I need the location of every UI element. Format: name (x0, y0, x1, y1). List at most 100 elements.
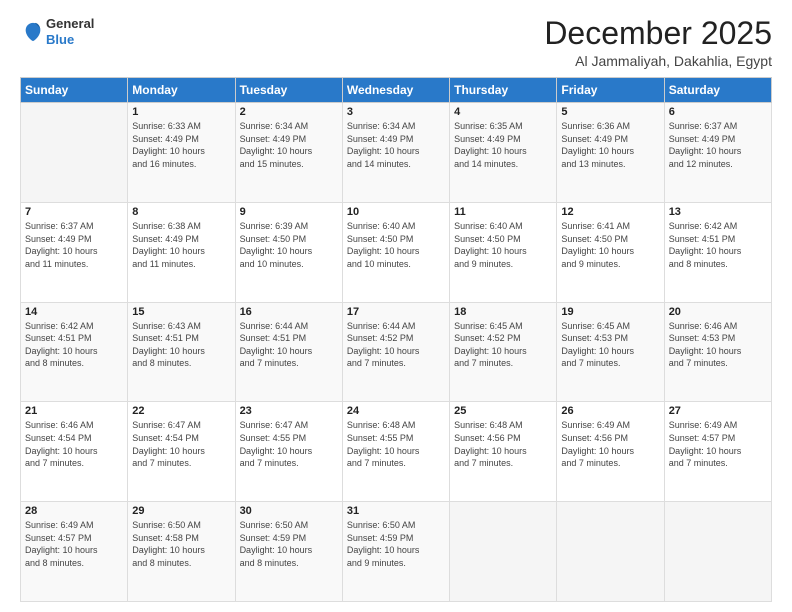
day-info: Sunrise: 6:49 AMSunset: 4:56 PMDaylight:… (561, 419, 659, 469)
day-info: Sunrise: 6:34 AMSunset: 4:49 PMDaylight:… (347, 120, 445, 170)
calendar-cell: 27 Sunrise: 6:49 AMSunset: 4:57 PMDayligh… (664, 402, 771, 502)
weekday-header-tuesday: Tuesday (235, 78, 342, 103)
calendar-cell: 19 Sunrise: 6:45 AMSunset: 4:53 PMDayligh… (557, 302, 664, 402)
calendar-cell: 28 Sunrise: 6:49 AMSunset: 4:57 PMDayligh… (21, 502, 128, 602)
calendar-cell: 20 Sunrise: 6:46 AMSunset: 4:53 PMDayligh… (664, 302, 771, 402)
calendar-week-5: 28 Sunrise: 6:49 AMSunset: 4:57 PMDayligh… (21, 502, 772, 602)
day-number: 28 (25, 505, 123, 517)
calendar-cell: 26 Sunrise: 6:49 AMSunset: 4:56 PMDayligh… (557, 402, 664, 502)
day-info: Sunrise: 6:34 AMSunset: 4:49 PMDaylight:… (240, 120, 338, 170)
day-number: 20 (669, 306, 767, 318)
calendar-cell: 17 Sunrise: 6:44 AMSunset: 4:52 PMDayligh… (342, 302, 449, 402)
calendar-cell: 3 Sunrise: 6:34 AMSunset: 4:49 PMDaylight… (342, 103, 449, 203)
logo-text: General Blue (46, 16, 94, 47)
day-number: 18 (454, 306, 552, 318)
calendar-cell: 5Sunrise: 6:36 AMSunset: 4:49 PMDaylight… (557, 103, 664, 203)
calendar-cell: 22 Sunrise: 6:47 AMSunset: 4:54 PMDayligh… (128, 402, 235, 502)
day-number: 2 (240, 106, 338, 118)
calendar-cell: 4 Sunrise: 6:35 AMSunset: 4:49 PMDaylight… (450, 103, 557, 203)
day-number: 12 (561, 206, 659, 218)
day-number: 5 (561, 106, 659, 118)
day-info: Sunrise: 6:47 AMSunset: 4:54 PMDaylight:… (132, 419, 230, 469)
day-number: 15 (132, 306, 230, 318)
calendar-cell: 11Sunrise: 6:40 AMSunset: 4:50 PMDayligh… (450, 202, 557, 302)
day-number: 17 (347, 306, 445, 318)
day-info: Sunrise: 6:42 AMSunset: 4:51 PMDaylight:… (25, 320, 123, 370)
day-number: 10 (347, 206, 445, 218)
day-number: 26 (561, 405, 659, 417)
day-number: 14 (25, 306, 123, 318)
header: General Blue December 2025 Al Jammaliyah… (20, 16, 772, 69)
weekday-header-friday: Friday (557, 78, 664, 103)
day-number: 3 (347, 106, 445, 118)
calendar-cell: 13Sunrise: 6:42 AMSunset: 4:51 PMDayligh… (664, 202, 771, 302)
day-number: 1 (132, 106, 230, 118)
day-number: 7 (25, 206, 123, 218)
day-number: 31 (347, 505, 445, 517)
calendar-cell: 9 Sunrise: 6:39 AMSunset: 4:50 PMDaylight… (235, 202, 342, 302)
day-number: 9 (240, 206, 338, 218)
day-info: Sunrise: 6:49 AMSunset: 4:57 PMDaylight:… (25, 519, 123, 569)
logo: General Blue (20, 16, 94, 47)
day-info: Sunrise: 6:48 AMSunset: 4:56 PMDaylight:… (454, 419, 552, 469)
calendar-cell: 18 Sunrise: 6:45 AMSunset: 4:52 PMDayligh… (450, 302, 557, 402)
calendar-cell (664, 502, 771, 602)
day-info: Sunrise: 6:50 AMSunset: 4:59 PMDaylight:… (240, 519, 338, 569)
calendar-table: SundayMondayTuesdayWednesdayThursdayFrid… (20, 77, 772, 602)
calendar-cell: 2 Sunrise: 6:34 AMSunset: 4:49 PMDaylight… (235, 103, 342, 203)
calendar-cell: 24 Sunrise: 6:48 AMSunset: 4:55 PMDayligh… (342, 402, 449, 502)
weekday-header-sunday: Sunday (21, 78, 128, 103)
day-info: Sunrise: 6:50 AMSunset: 4:58 PMDaylight:… (132, 519, 230, 569)
calendar-cell: 6 Sunrise: 6:37 AMSunset: 4:49 PMDaylight… (664, 103, 771, 203)
logo-icon (22, 21, 44, 43)
calendar-cell: 12 Sunrise: 6:41 AMSunset: 4:50 PMDayligh… (557, 202, 664, 302)
weekday-header-wednesday: Wednesday (342, 78, 449, 103)
weekday-header-row: SundayMondayTuesdayWednesdayThursdayFrid… (21, 78, 772, 103)
day-info: Sunrise: 6:49 AMSunset: 4:57 PMDaylight:… (669, 419, 767, 469)
calendar-cell (557, 502, 664, 602)
day-number: 30 (240, 505, 338, 517)
location-title: Al Jammaliyah, Dakahlia, Egypt (544, 53, 772, 69)
month-title: December 2025 (544, 16, 772, 51)
day-info: Sunrise: 6:38 AMSunset: 4:49 PMDaylight:… (132, 220, 230, 270)
day-number: 6 (669, 106, 767, 118)
calendar-cell: 15 Sunrise: 6:43 AMSunset: 4:51 PMDayligh… (128, 302, 235, 402)
day-info: Sunrise: 6:39 AMSunset: 4:50 PMDaylight:… (240, 220, 338, 270)
day-number: 21 (25, 405, 123, 417)
day-info: Sunrise: 6:35 AMSunset: 4:49 PMDaylight:… (454, 120, 552, 170)
day-info: Sunrise: 6:40 AMSunset: 4:50 PMDaylight:… (347, 220, 445, 270)
day-number: 27 (669, 405, 767, 417)
calendar-cell: 14 Sunrise: 6:42 AMSunset: 4:51 PMDayligh… (21, 302, 128, 402)
day-number: 11 (454, 206, 552, 218)
calendar-week-4: 21Sunrise: 6:46 AMSunset: 4:54 PMDayligh… (21, 402, 772, 502)
day-info: Sunrise: 6:44 AMSunset: 4:52 PMDaylight:… (347, 320, 445, 370)
weekday-header-thursday: Thursday (450, 78, 557, 103)
day-info: Sunrise: 6:45 AMSunset: 4:53 PMDaylight:… (561, 320, 659, 370)
day-info: Sunrise: 6:37 AMSunset: 4:49 PMDaylight:… (669, 120, 767, 170)
calendar-cell: 21Sunrise: 6:46 AMSunset: 4:54 PMDayligh… (21, 402, 128, 502)
calendar-week-1: 1Sunrise: 6:33 AMSunset: 4:49 PMDaylight… (21, 103, 772, 203)
day-number: 22 (132, 405, 230, 417)
day-number: 23 (240, 405, 338, 417)
day-info: Sunrise: 6:47 AMSunset: 4:55 PMDaylight:… (240, 419, 338, 469)
day-number: 25 (454, 405, 552, 417)
calendar-week-3: 14 Sunrise: 6:42 AMSunset: 4:51 PMDayligh… (21, 302, 772, 402)
day-info: Sunrise: 6:41 AMSunset: 4:50 PMDaylight:… (561, 220, 659, 270)
calendar-cell: 8 Sunrise: 6:38 AMSunset: 4:49 PMDaylight… (128, 202, 235, 302)
calendar-cell (21, 103, 128, 203)
calendar-cell: 7Sunrise: 6:37 AMSunset: 4:49 PMDaylight… (21, 202, 128, 302)
calendar-cell: 31 Sunrise: 6:50 AMSunset: 4:59 PMDayligh… (342, 502, 449, 602)
day-info: Sunrise: 6:42 AMSunset: 4:51 PMDaylight:… (669, 220, 767, 270)
day-number: 4 (454, 106, 552, 118)
day-info: Sunrise: 6:48 AMSunset: 4:55 PMDaylight:… (347, 419, 445, 469)
day-number: 24 (347, 405, 445, 417)
calendar-cell: 30 Sunrise: 6:50 AMSunset: 4:59 PMDayligh… (235, 502, 342, 602)
day-number: 19 (561, 306, 659, 318)
day-info: Sunrise: 6:45 AMSunset: 4:52 PMDaylight:… (454, 320, 552, 370)
calendar-cell: 16Sunrise: 6:44 AMSunset: 4:51 PMDayligh… (235, 302, 342, 402)
day-info: Sunrise: 6:50 AMSunset: 4:59 PMDaylight:… (347, 519, 445, 569)
day-info: Sunrise: 6:46 AMSunset: 4:53 PMDaylight:… (669, 320, 767, 370)
day-info: Sunrise: 6:43 AMSunset: 4:51 PMDaylight:… (132, 320, 230, 370)
day-number: 8 (132, 206, 230, 218)
day-number: 29 (132, 505, 230, 517)
